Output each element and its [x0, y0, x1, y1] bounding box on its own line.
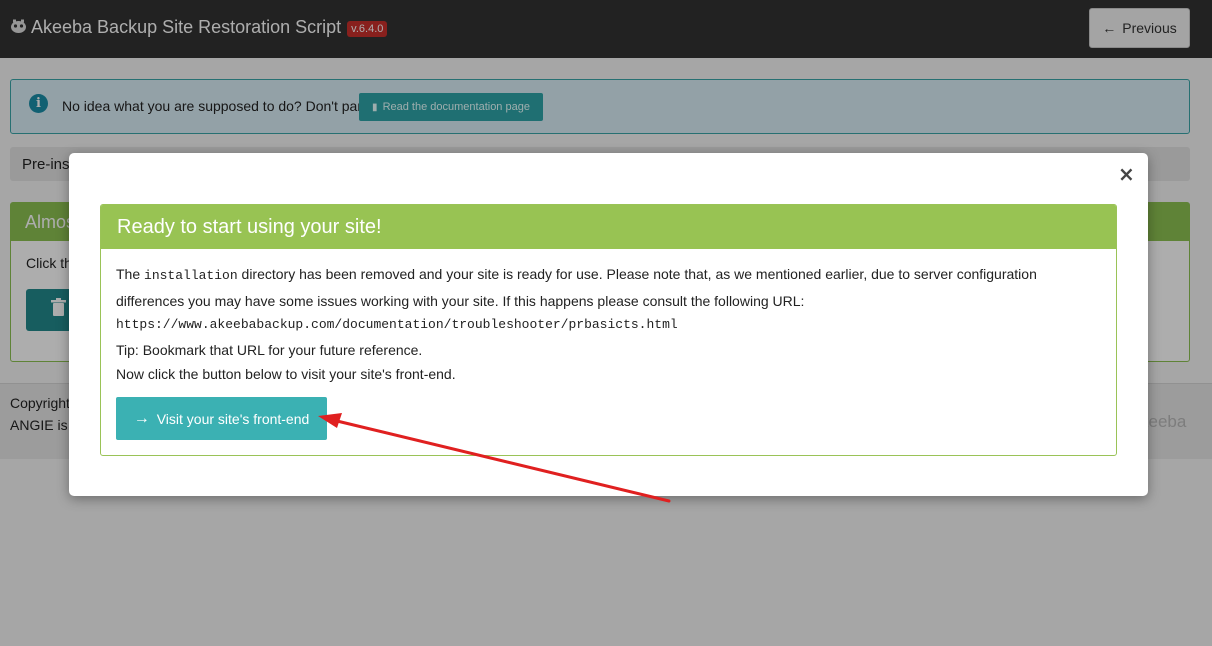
success-title: Ready to start using your site!: [101, 205, 1116, 249]
visit-button-label: Visit your site's front-end: [156, 410, 310, 427]
success-body: The installation directory has been remo…: [101, 249, 1116, 387]
installation-code: installation: [144, 268, 238, 283]
bookmark-tip: Tip: Bookmark that URL for your future r…: [116, 341, 423, 358]
success-panel: Ready to start using your site! The inst…: [100, 204, 1117, 456]
finish-modal: × Ready to start using your site! The in…: [69, 153, 1148, 496]
troubleshooter-url: https://www.akeebabackup.com/documentati…: [116, 317, 678, 332]
removal-message: The installation directory has been remo…: [116, 266, 1037, 309]
close-icon[interactable]: ×: [1118, 164, 1135, 184]
visit-frontend-button[interactable]: → Visit your site's front-end: [116, 397, 327, 440]
visit-instruction: Now click the button below to visit your…: [116, 366, 456, 382]
arrow-right-icon: →: [133, 409, 150, 427]
